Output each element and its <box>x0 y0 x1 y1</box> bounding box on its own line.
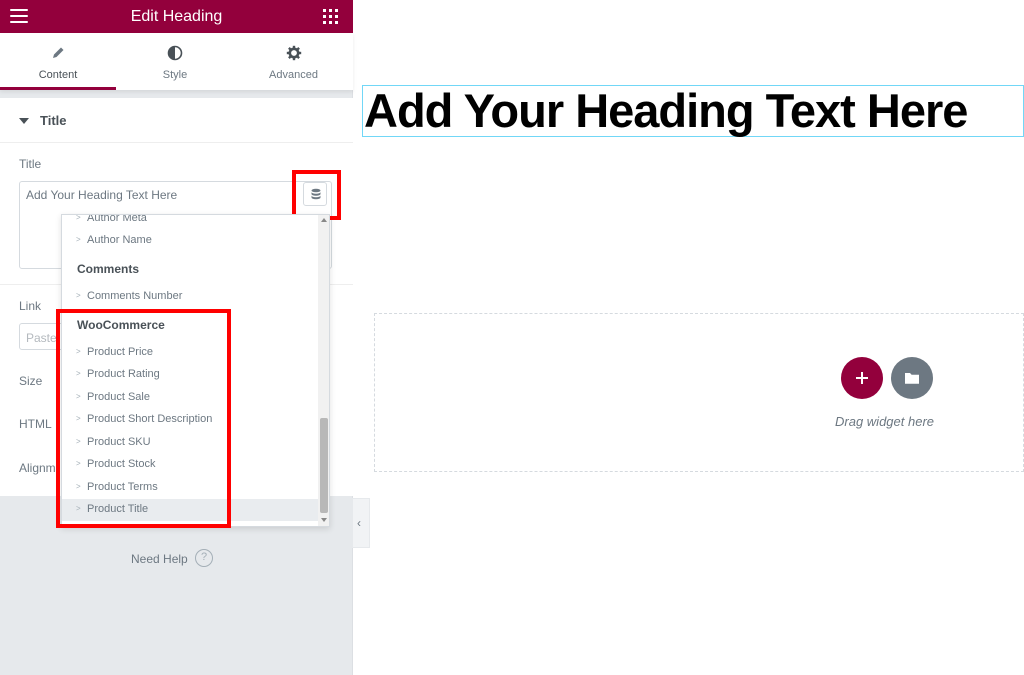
dropdown-item-comments-number[interactable]: > Comments Number <box>62 286 318 308</box>
chevron-right-icon: > <box>76 235 81 244</box>
chevron-right-icon: > <box>76 369 81 378</box>
scrollbar-thumb[interactable] <box>320 418 328 513</box>
dropdown-item-author-name[interactable]: > Author Name <box>62 230 318 252</box>
gear-icon <box>286 45 301 61</box>
add-template-button[interactable] <box>891 357 933 399</box>
panel-title: Edit Heading <box>130 8 223 25</box>
drag-widget-hint: Drag widget here <box>835 414 934 429</box>
add-section-button[interactable] <box>841 357 883 399</box>
need-help-link[interactable]: Need Help <box>131 552 188 566</box>
chevron-right-icon: > <box>76 482 81 491</box>
chevron-right-icon: > <box>76 214 81 222</box>
scroll-up-arrow-icon[interactable] <box>321 218 327 222</box>
caret-down-icon <box>19 118 29 124</box>
tab-content[interactable]: Content <box>0 33 116 90</box>
tab-style[interactable]: Style <box>116 33 234 90</box>
dynamic-tags-button[interactable] <box>303 182 327 206</box>
size-control-label: Size <box>19 374 43 388</box>
plus-icon-vertical <box>861 372 863 384</box>
heading-text: Add Your Heading Text Here <box>364 84 968 137</box>
dropdown-group-comments: Comments <box>77 262 140 276</box>
dropdown-item-product-stock[interactable]: > Product Stock <box>62 454 318 476</box>
section-title-toggle[interactable]: Title <box>0 98 353 143</box>
tab-style-label: Style <box>162 69 188 81</box>
dropdown-item-product-title[interactable]: > Product Title <box>62 499 318 521</box>
alignment-control-label: Alignm <box>19 461 56 475</box>
dropdown-group-woocommerce: WooCommerce <box>77 318 165 332</box>
chevron-right-icon: > <box>76 414 81 423</box>
html-tag-control-label: HTML <box>19 417 52 431</box>
editor-app: Edit Heading Content Style Advanced Titl… <box>0 0 1024 675</box>
dropdown-item-product-sku[interactable]: > Product SKU <box>62 432 318 454</box>
link-control-label: Link <box>19 299 42 313</box>
help-circle-icon[interactable]: ? <box>195 549 213 567</box>
database-icon <box>311 188 321 200</box>
heading-widget[interactable]: Add Your Heading Text Here <box>362 85 1024 137</box>
widgets-grid-icon[interactable] <box>323 9 338 24</box>
chevron-right-icon: > <box>76 504 81 513</box>
dropdown-item-product-short-description[interactable]: > Product Short Description <box>62 409 318 431</box>
section-title: Title <box>40 113 67 128</box>
dropdown-item-product-sale[interactable]: > Product Sale <box>62 387 318 409</box>
dropdown-item-product-rating[interactable]: > Product Rating <box>62 364 318 386</box>
chevron-right-icon: > <box>76 437 81 446</box>
tab-advanced[interactable]: Advanced <box>234 33 353 90</box>
dropdown-item-product-terms[interactable]: > Product Terms <box>62 477 318 499</box>
pencil-icon <box>53 47 64 58</box>
chevron-right-icon: > <box>76 459 81 468</box>
panel-collapse-toggle[interactable]: ‹ <box>352 498 370 548</box>
chevron-right-icon: > <box>76 392 81 401</box>
title-control-label: Title <box>19 157 42 171</box>
widget-drop-zone[interactable]: Drag widget here <box>374 313 1024 472</box>
folder-icon <box>905 373 919 384</box>
chevron-left-icon: ‹ <box>357 516 361 530</box>
tab-content-label: Content <box>38 69 78 81</box>
scroll-down-arrow-icon[interactable] <box>321 518 327 522</box>
chevron-right-icon: > <box>76 291 81 300</box>
panel-tabs: Content Style Advanced <box>0 33 353 90</box>
dropdown-item-product-price[interactable]: > Product Price <box>62 342 318 364</box>
dropdown-item-author-meta[interactable]: > Author Meta <box>62 214 318 230</box>
tab-advanced-label: Advanced <box>269 69 318 81</box>
panel-header: Edit Heading <box>0 0 353 33</box>
dynamic-tags-dropdown: > Author Meta > Author Name Comments > Comm… <box>61 214 330 527</box>
chevron-right-icon: > <box>76 347 81 356</box>
dropdown-scrollbar[interactable] <box>318 215 329 526</box>
half-circle-icon <box>167 45 183 61</box>
